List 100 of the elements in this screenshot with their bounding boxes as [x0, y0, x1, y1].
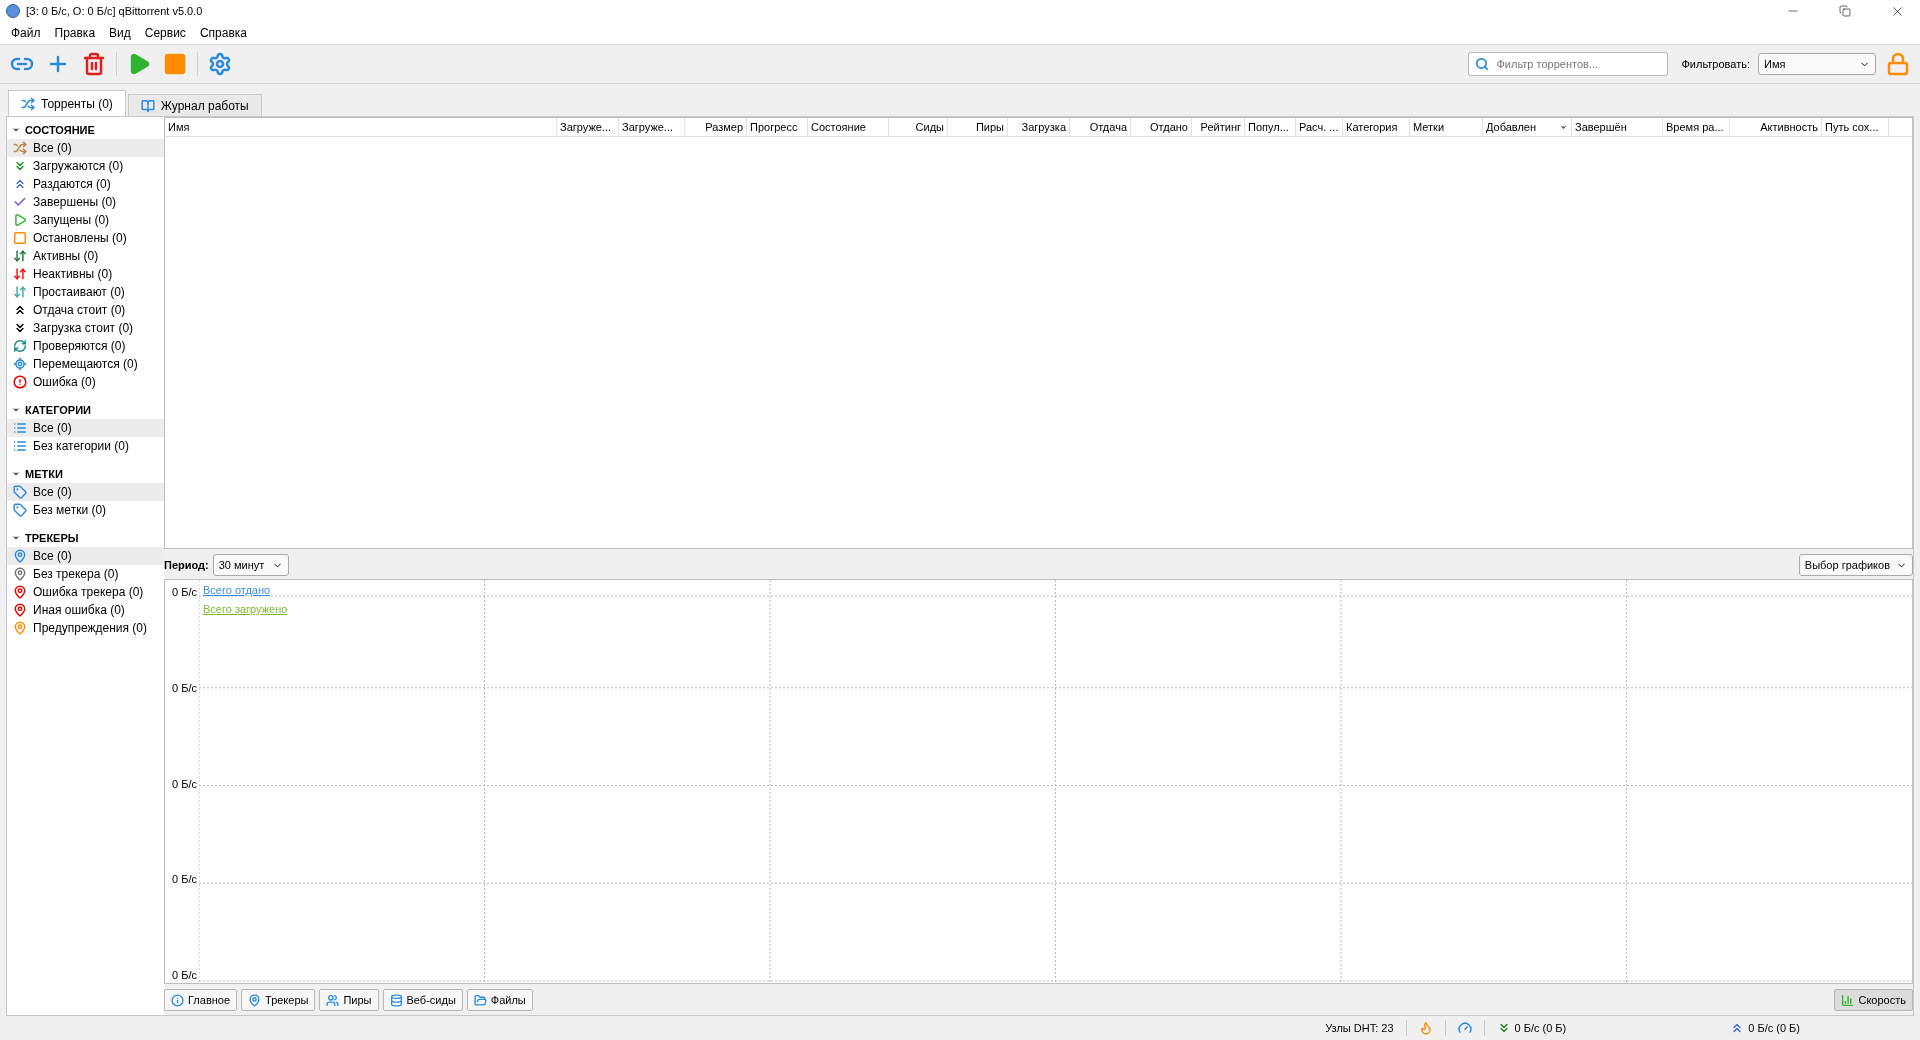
column-header[interactable]: Отдано	[1131, 118, 1192, 136]
period-dropdown[interactable]: 30 минут	[212, 554, 289, 576]
collapse-icon[interactable]	[11, 125, 21, 135]
sidebar-item[interactable]: Остановлены (0)	[7, 229, 164, 247]
shuffle-icon	[21, 96, 35, 111]
play-icon	[13, 213, 27, 227]
sidebar-item[interactable]: Все (0)	[7, 419, 164, 437]
column-header[interactable]: Категория	[1343, 118, 1410, 136]
panel-tab[interactable]: Веб-сиды	[382, 989, 463, 1011]
double-up-icon	[13, 303, 27, 317]
column-header[interactable]: Завершён	[1572, 118, 1663, 136]
sidebar-item[interactable]: Перемещаются (0)	[7, 355, 164, 373]
square-icon	[13, 231, 27, 245]
column-header[interactable]: Время ра...	[1663, 118, 1730, 136]
tag-icon	[13, 485, 27, 499]
column-header[interactable]: Загруже...	[619, 118, 685, 136]
list-icon	[13, 439, 27, 453]
menu-item[interactable]: Вид	[102, 24, 138, 42]
double-down-icon	[13, 159, 27, 173]
window-title: [З: 0 Б/с, О: 0 Б/с] qBittorrent v5.0.0	[26, 5, 204, 17]
sidebar-item[interactable]: Все (0)	[7, 547, 164, 565]
arrows-up-down-icon	[13, 249, 27, 263]
column-header[interactable]: Размер	[685, 118, 747, 136]
legend-link[interactable]: Всего отдано	[203, 584, 288, 596]
column-header[interactable]: Сиды	[889, 118, 948, 136]
bar-chart-icon	[1841, 993, 1855, 1007]
panel-tab[interactable]: Трекеры	[241, 989, 316, 1011]
upload-speed: 0 Б/с (0 Б)	[1730, 1021, 1800, 1035]
double-up-icon	[13, 177, 27, 191]
sidebar-item[interactable]: Проверяются (0)	[7, 337, 164, 355]
sidebar-item[interactable]: Ошибка (0)	[7, 373, 164, 391]
collapse-icon[interactable]	[11, 469, 21, 479]
sidebar-item[interactable]: Все (0)	[7, 483, 164, 501]
panel-tab[interactable]: Главное	[164, 989, 238, 1011]
book-icon	[140, 98, 155, 113]
sidebar-item[interactable]: Предупреждения (0)	[7, 619, 164, 637]
menu-item[interactable]: Справка	[192, 24, 254, 42]
column-header[interactable]: Прогресс	[747, 118, 808, 136]
menu-item[interactable]: Сервис	[137, 24, 193, 42]
download-speed: 0 Б/с (0 Б)	[1496, 1021, 1567, 1035]
sidebar-item[interactable]: Ошибка трекера (0)	[7, 583, 164, 601]
sidebar-item[interactable]: Активны (0)	[7, 247, 164, 265]
column-header[interactable]: Загруже...	[557, 118, 619, 136]
sidebar-item[interactable]: Загрузка стоит (0)	[7, 319, 164, 337]
column-header[interactable]: Расч. ...	[1296, 118, 1343, 136]
arrows-up-down-icon	[13, 285, 27, 299]
graph-select-dropdown[interactable]: Выбор графиков	[1798, 554, 1913, 576]
pin-icon	[13, 567, 27, 581]
pin-icon	[13, 549, 27, 563]
column-header[interactable]: Отдача	[1070, 118, 1131, 136]
filter-label: Фильтровать:	[1681, 58, 1750, 70]
error-icon	[13, 375, 27, 389]
search-field[interactable]: Фильтр торрентов...	[1467, 52, 1668, 76]
tab[interactable]: Торренты (0)	[8, 90, 126, 116]
refresh-icon	[13, 339, 27, 353]
filter-dropdown[interactable]: Имя	[1758, 53, 1876, 75]
section-title: ТРЕКЕРЫ	[25, 532, 79, 544]
column-header[interactable]: Рейтинг	[1192, 118, 1245, 136]
pin-icon	[13, 621, 27, 635]
collapse-icon[interactable]	[11, 405, 21, 415]
column-header[interactable]: Попул...	[1245, 118, 1296, 136]
column-header[interactable]: Пиры	[948, 118, 1008, 136]
app-logo-icon	[6, 4, 20, 18]
sidebar-item[interactable]: Отдача стоит (0)	[7, 301, 164, 319]
flame-icon	[1418, 1021, 1433, 1035]
period-label: Период:	[164, 559, 209, 571]
info-icon	[171, 993, 184, 1007]
sidebar-item[interactable]: Завершены (0)	[7, 193, 164, 211]
restore-icon	[1839, 5, 1851, 17]
sidebar-item[interactable]: Без трекера (0)	[7, 565, 164, 583]
collapse-icon[interactable]	[11, 533, 21, 543]
sidebar-item[interactable]: Простаивают (0)	[7, 283, 164, 301]
column-header[interactable]: Добавлен	[1483, 118, 1572, 136]
sidebar-item[interactable]: Без категории (0)	[7, 437, 164, 455]
sidebar-item[interactable]: Запущены (0)	[7, 211, 164, 229]
sidebar-item[interactable]: Все (0)	[7, 139, 164, 157]
double-down-icon	[13, 321, 27, 335]
column-header[interactable]: Метки	[1410, 118, 1483, 136]
list-icon	[13, 421, 27, 435]
column-header[interactable]: Загрузка	[1008, 118, 1070, 136]
panel-tab[interactable]: Файлы	[466, 989, 533, 1011]
sidebar-item[interactable]: Загружаются (0)	[7, 157, 164, 175]
panel-tab[interactable]: Пиры	[319, 989, 379, 1011]
column-header[interactable]: Активность	[1730, 118, 1822, 136]
dht-nodes-text: Узлы DHT: 23	[1325, 1022, 1394, 1034]
menu-item[interactable]: Правка	[47, 24, 103, 42]
arrows-up-down-icon	[13, 267, 27, 281]
column-header[interactable]: Состояние	[808, 118, 889, 136]
sidebar-item[interactable]: Неактивны (0)	[7, 265, 164, 283]
lock-icon	[1886, 52, 1910, 76]
tab[interactable]: Журнал работы	[127, 94, 262, 116]
speed-tab[interactable]: Скорость	[1834, 989, 1913, 1011]
sidebar-item[interactable]: Иная ошибка (0)	[7, 601, 164, 619]
crosshair-icon	[13, 357, 27, 371]
menu-item[interactable]: Файл	[4, 24, 48, 42]
sidebar-item[interactable]: Раздаются (0)	[7, 175, 164, 193]
sidebar-item[interactable]: Без метки (0)	[7, 501, 164, 519]
database-icon	[389, 993, 403, 1007]
column-header[interactable]: Путь сох...	[1822, 118, 1889, 136]
column-header[interactable]: Имя	[165, 118, 557, 136]
